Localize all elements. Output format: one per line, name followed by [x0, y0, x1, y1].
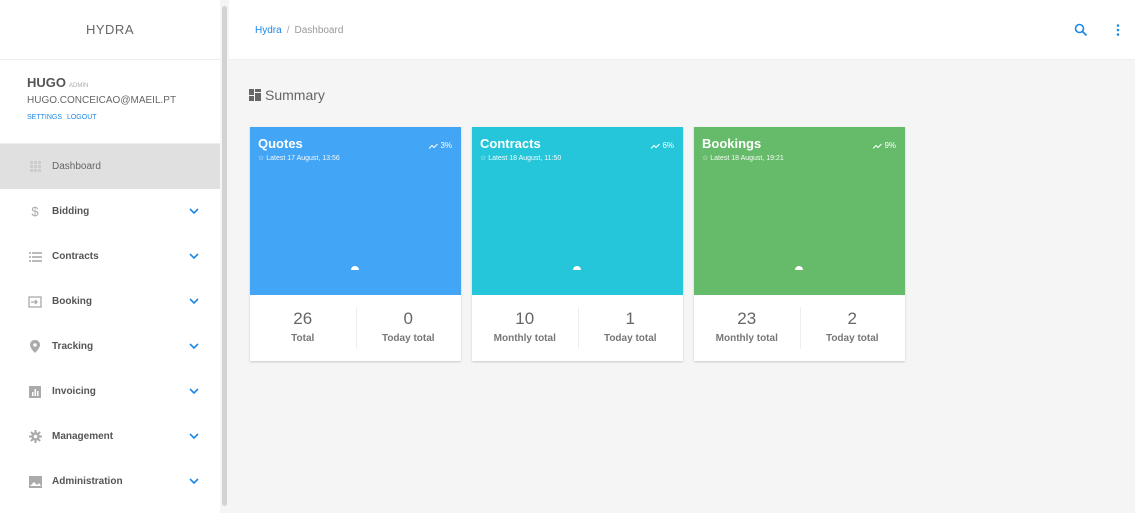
chevron-down-icon[interactable]: [188, 475, 200, 487]
search-icon[interactable]: [1074, 23, 1088, 37]
card-header: Contracts ☆ Latest 18 August, 11:50 6%: [472, 127, 683, 295]
contracts-card[interactable]: Contracts ☆ Latest 18 August, 11:50 6% 1…: [472, 127, 683, 361]
breadcrumb-root-link[interactable]: Hydra: [255, 25, 282, 36]
stat-today: 1 Today total: [577, 295, 684, 361]
chevron-down-icon[interactable]: [188, 205, 200, 217]
quotes-card[interactable]: Quotes ☆ Latest 17 August, 13:56 3% 26 T…: [250, 127, 461, 361]
user-name: HUGO: [27, 75, 66, 90]
bookings-card[interactable]: Bookings ☆ Latest 18 August, 19:21 9% 23…: [694, 127, 905, 361]
chevron-down-icon[interactable]: [188, 340, 200, 352]
sidebar: HYDRA HUGO ADMIN HUGO.CONCEICAO@MAEIL.PT …: [0, 0, 220, 513]
user-panel: HUGO ADMIN HUGO.CONCEICAO@MAEIL.PT SETTIN…: [0, 60, 220, 144]
more-vert-icon[interactable]: [1111, 23, 1125, 37]
breadcrumb-separator: /: [286, 25, 290, 36]
sidebar-item-label: Dashboard: [52, 161, 101, 172]
chevron-down-icon[interactable]: [188, 385, 200, 397]
trend-value: 3%: [440, 141, 452, 150]
login-icon: [28, 295, 42, 309]
card-title: Contracts: [480, 136, 541, 151]
app-brand[interactable]: HYDRA: [0, 0, 220, 60]
chart-point: [351, 266, 359, 270]
trend-value: 6%: [662, 141, 674, 150]
scrollbar-thumb[interactable]: [222, 6, 227, 506]
stat-label: Today total: [603, 333, 657, 344]
grid-icon: [28, 160, 42, 174]
stat-value: 10: [515, 309, 535, 328]
summary-heading: Summary: [249, 87, 325, 103]
sidebar-item-label: Booking: [52, 296, 92, 307]
stat-value: 1: [625, 309, 635, 328]
card-stats: 26 Total 0 Today total: [250, 295, 461, 361]
chart-point: [573, 266, 581, 270]
top-bar: Hydra / Dashboard: [229, 0, 1135, 60]
bar-chart-icon: [28, 385, 42, 399]
trending-up-icon: [873, 143, 883, 149]
image-icon: [28, 475, 42, 489]
sidebar-item-bidding[interactable]: $ Bidding: [0, 189, 220, 234]
trending-up-icon: [651, 143, 661, 149]
dollar-icon: $: [31, 204, 39, 219]
stat-value: 0: [403, 309, 413, 328]
card-stats: 23 Monthly total 2 Today total: [694, 295, 905, 361]
trending-up-icon: [429, 143, 439, 149]
sidebar-item-label: Management: [52, 431, 114, 442]
sidebar-item-label: Tracking: [52, 341, 94, 352]
chevron-down-icon[interactable]: [188, 250, 200, 262]
settings-link[interactable]: SETTINGS: [27, 114, 62, 121]
logout-link[interactable]: LOGOUT: [67, 114, 97, 121]
stat-label: Monthly total: [493, 333, 556, 344]
trend-value: 9%: [884, 141, 896, 150]
chevron-down-icon[interactable]: [188, 430, 200, 442]
location-pin-icon: [28, 340, 42, 354]
sidebar-item-label: Invoicing: [52, 386, 96, 397]
sidebar-item-invoicing[interactable]: Invoicing: [0, 369, 220, 414]
list-icon: [28, 250, 42, 264]
sidebar-item-management[interactable]: Management: [0, 414, 220, 459]
card-trend: 6%: [651, 141, 674, 150]
card-stats: 10 Monthly total 1 Today total: [472, 295, 683, 361]
stat-label: Total: [291, 333, 315, 344]
gear-icon: [28, 430, 42, 444]
card-title: Quotes: [258, 136, 303, 151]
card-subtitle: ☆ Latest 18 August, 11:50: [480, 155, 562, 162]
stat-value: 2: [847, 309, 857, 328]
card-subtitle: ☆ Latest 18 August, 19:21: [702, 155, 784, 162]
breadcrumb-current: Dashboard: [294, 25, 344, 36]
card-header: Bookings ☆ Latest 18 August, 19:21 9%: [694, 127, 905, 295]
stat-label: Today total: [825, 333, 879, 344]
stat-label: Monthly total: [715, 333, 778, 344]
card-trend: 9%: [873, 141, 896, 150]
sidebar-item-label: Contracts: [52, 251, 99, 262]
card-header: Quotes ☆ Latest 17 August, 13:56 3%: [250, 127, 461, 295]
stat-total: 26 Total: [250, 295, 356, 361]
chart-point: [795, 266, 803, 270]
sidebar-item-contracts[interactable]: Contracts: [0, 234, 220, 279]
sidebar-item-administration[interactable]: Administration: [0, 459, 220, 504]
user-role: ADMIN: [69, 83, 89, 89]
stat-today: 0 Today total: [355, 295, 462, 361]
sidebar-item-booking[interactable]: Booking: [0, 279, 220, 324]
dashboard-icon: [249, 89, 261, 101]
stat-label: Today total: [381, 333, 435, 344]
card-title: Bookings: [702, 136, 762, 151]
stat-value: 26: [293, 309, 313, 328]
breadcrumb: Hydra / Dashboard: [255, 25, 343, 36]
chevron-down-icon[interactable]: [188, 295, 200, 307]
stat-monthly: 10 Monthly total: [472, 295, 578, 361]
stat-monthly: 23 Monthly total: [694, 295, 800, 361]
card-subtitle: ☆ Latest 17 August, 13:56: [258, 155, 340, 162]
summary-title: Summary: [265, 87, 325, 103]
card-trend: 3%: [429, 141, 452, 150]
sidebar-item-dashboard[interactable]: Dashboard: [0, 144, 220, 189]
user-email: HUGO.CONCEICAO@MAEIL.PT: [27, 95, 177, 106]
sidebar-item-tracking[interactable]: Tracking: [0, 324, 220, 369]
stat-value: 23: [737, 309, 757, 328]
sidebar-item-label: Bidding: [52, 206, 90, 217]
sidebar-scrollbar[interactable]: [220, 0, 229, 513]
sidebar-item-label: Administration: [52, 476, 123, 487]
stat-today: 2 Today total: [799, 295, 906, 361]
